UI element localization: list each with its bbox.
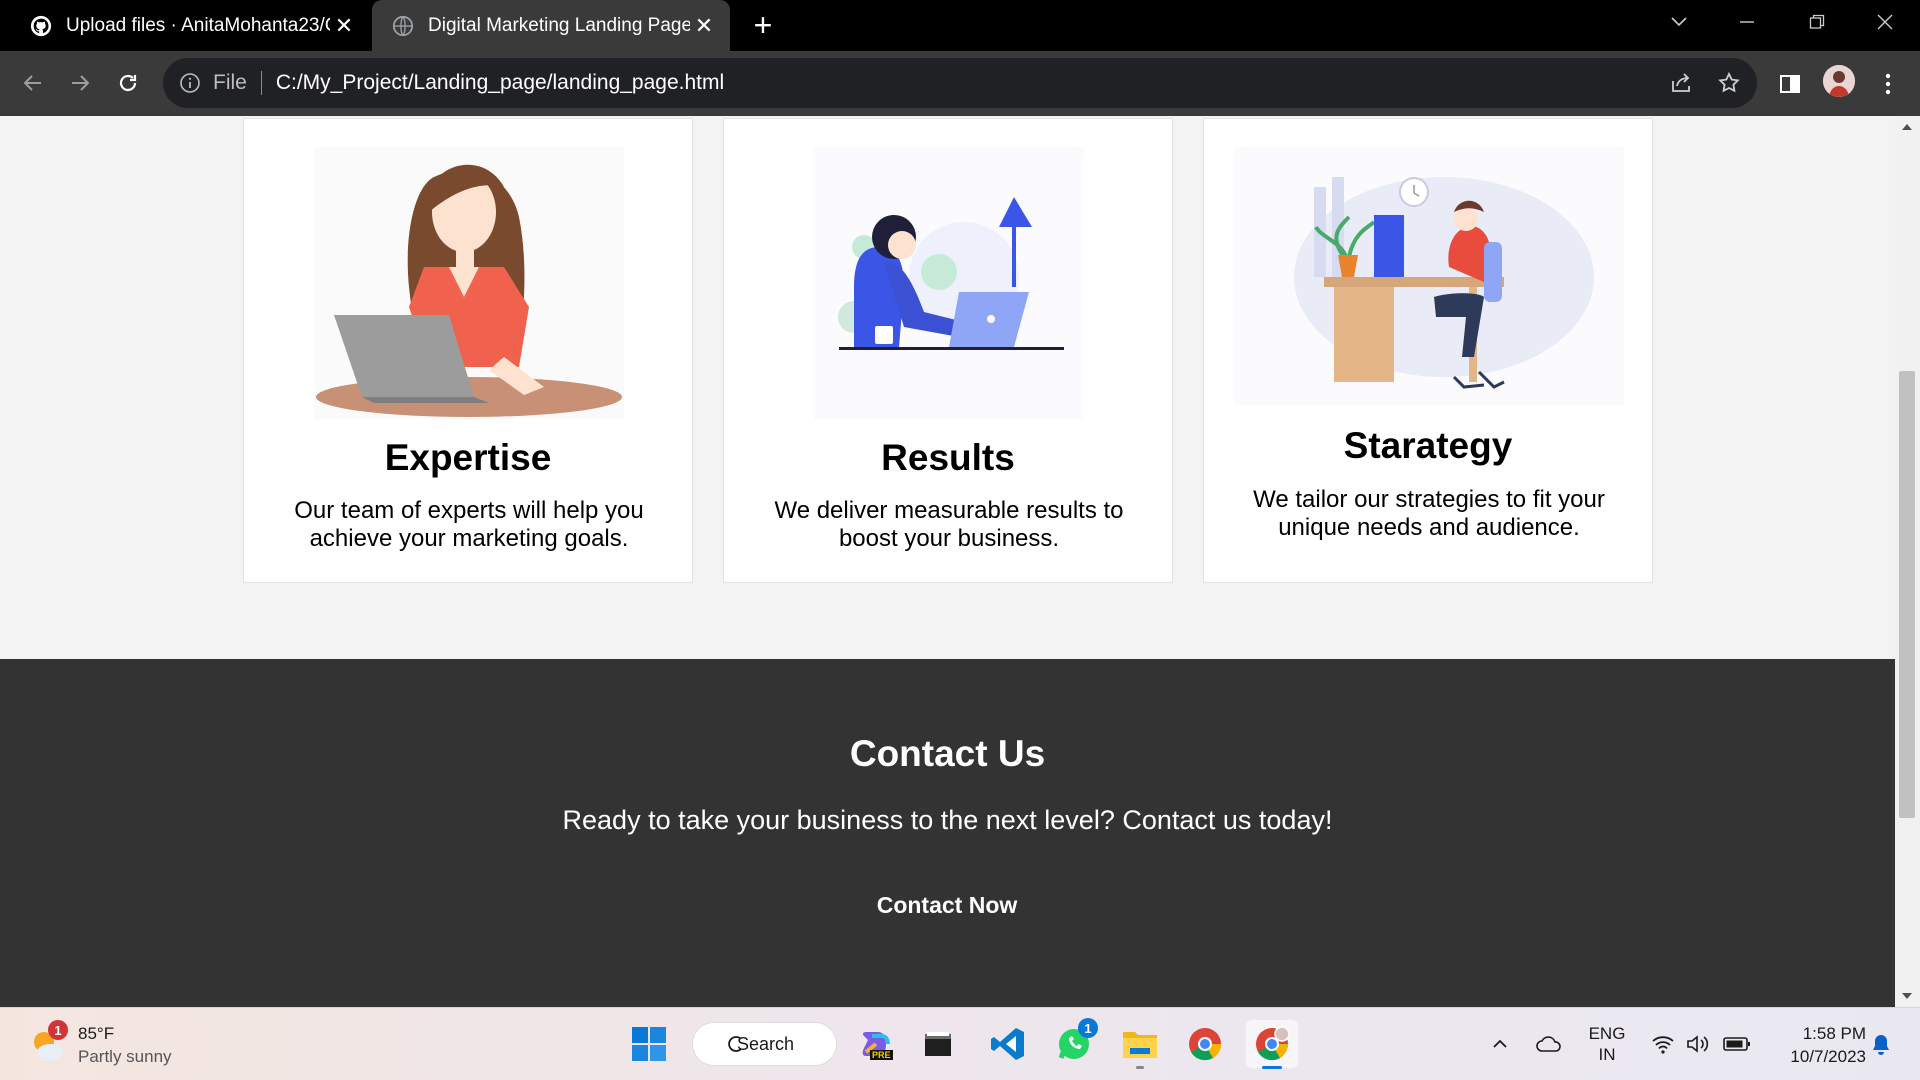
- contact-section: Contact Us Ready to take your business t…: [0, 659, 1895, 1007]
- clock-date: 10/7/2023: [1790, 1047, 1866, 1066]
- vscode-icon[interactable]: [984, 1020, 1032, 1068]
- weather-widget[interactable]: 1 85°F Partly sunny: [28, 1020, 172, 1068]
- arrow-right-icon: [72, 75, 90, 91]
- woman-laptop-illustration: [314, 147, 624, 419]
- url-text: C:/My_Project/Landing_page/landing_page.…: [275, 71, 725, 94]
- notification-bell-icon[interactable]: [1866, 1020, 1896, 1068]
- battery-icon[interactable]: [1720, 1020, 1754, 1068]
- close-tab-icon[interactable]: ✕: [690, 13, 718, 39]
- language-code: ENG: [1588, 1024, 1626, 1043]
- page-scrollbar[interactable]: [1895, 116, 1920, 1007]
- woman-computer-illustration: [1234, 147, 1624, 405]
- scheme-label: File: [213, 71, 247, 94]
- active-indicator: [1262, 1066, 1282, 1069]
- scroll-down-icon[interactable]: [1901, 991, 1913, 1001]
- contact-now-button[interactable]: Contact Now: [847, 885, 1047, 925]
- arrow-left-icon: [23, 75, 41, 91]
- address-separator: [260, 71, 262, 95]
- close-tab-icon[interactable]: ✕: [330, 13, 358, 39]
- tab-search-icon[interactable]: [1652, 0, 1706, 44]
- feature-title: Expertise: [384, 437, 552, 478]
- chrome-profile-icon[interactable]: [1246, 1020, 1298, 1069]
- contact-text: Ready to take your business to the next …: [562, 805, 1333, 835]
- reload-icon: [119, 74, 137, 92]
- windows-taskbar: 1 85°F Partly sunny Search PRE 1 ENG IN …: [0, 1007, 1920, 1080]
- copilot-icon[interactable]: PRE: [852, 1020, 900, 1068]
- feature-title: Results: [881, 437, 1015, 478]
- feature-card-strategy: Starategy We tailor our strategies to fi…: [1203, 118, 1653, 583]
- onedrive-cloud-icon[interactable]: [1534, 1020, 1564, 1068]
- tab-title: Upload files · AnitaMohanta23/C: [66, 14, 330, 36]
- show-hidden-icons-chevron-icon[interactable]: [1488, 1020, 1512, 1068]
- search-label: Search: [737, 1033, 795, 1054]
- taskbar-search[interactable]: Search: [692, 1022, 837, 1066]
- forward-button[interactable]: [60, 65, 100, 101]
- tab-title: Digital Marketing Landing Page: [428, 14, 690, 36]
- address-bar[interactable]: File C:/My_Project/Landing_page/landing_…: [163, 58, 1757, 108]
- windows-start-icon[interactable]: [625, 1020, 673, 1068]
- browser-toolbar: File C:/My_Project/Landing_page/landing_…: [0, 51, 1920, 116]
- close-window-icon[interactable]: [1858, 0, 1912, 44]
- scroll-up-icon[interactable]: [1901, 122, 1913, 132]
- feature-card-results: Results We deliver measurable results to…: [723, 118, 1173, 583]
- language-region: IN: [1598, 1045, 1616, 1064]
- share-icon[interactable]: [1663, 65, 1699, 101]
- search-icon: [728, 1036, 742, 1052]
- menu-kebab-icon[interactable]: [1868, 65, 1908, 103]
- back-button[interactable]: [13, 65, 53, 101]
- whatsapp-icon[interactable]: 1: [1050, 1018, 1098, 1068]
- file-explorer-icon[interactable]: [1116, 1020, 1164, 1069]
- woman-desk-illustration: [814, 147, 1084, 419]
- tab-strip: Upload files · AnitaMohanta23/C ✕ Digita…: [0, 0, 1920, 51]
- github-icon: [30, 15, 52, 36]
- volume-icon[interactable]: [1684, 1020, 1714, 1068]
- terminal-icon[interactable]: [914, 1020, 962, 1068]
- minimize-icon[interactable]: [1720, 0, 1774, 44]
- page-viewport: Expertise Our team of experts will help …: [0, 116, 1895, 1007]
- side-panel-icon[interactable]: [1770, 65, 1810, 103]
- info-icon[interactable]: [179, 72, 201, 94]
- weather-temp: 85°F: [78, 1024, 115, 1043]
- feature-description: We deliver measurable results to boost y…: [774, 497, 1124, 552]
- weather-condition: Partly sunny: [78, 1047, 172, 1066]
- running-indicator: [1136, 1066, 1144, 1069]
- whatsapp-badge: 1: [1078, 1018, 1098, 1038]
- new-tab-button[interactable]: +: [748, 8, 778, 42]
- clock-time: 1:58 PM: [1802, 1024, 1866, 1043]
- profile-avatar[interactable]: [1823, 65, 1855, 97]
- language-indicator[interactable]: ENG IN: [1582, 1020, 1632, 1068]
- system-clock[interactable]: 1:58 PM 10/7/2023: [1766, 1022, 1866, 1068]
- globe-icon: [392, 15, 414, 36]
- restore-icon[interactable]: [1790, 0, 1844, 44]
- bookmark-star-icon[interactable]: [1711, 65, 1747, 101]
- feature-title: Starategy: [1343, 425, 1513, 466]
- feature-description: Our team of experts will help you achiev…: [294, 497, 644, 552]
- weather-badge: 1: [48, 1020, 68, 1040]
- tab-upload-files[interactable]: Upload files · AnitaMohanta23/C ✕: [0, 0, 370, 51]
- copilot-tag: PRE: [870, 1050, 893, 1060]
- feature-card-expertise: Expertise Our team of experts will help …: [243, 118, 693, 583]
- chrome-icon[interactable]: [1181, 1020, 1229, 1068]
- contact-heading: Contact Us: [849, 733, 1046, 774]
- reload-button[interactable]: [108, 65, 148, 101]
- partly-sunny-icon: 1: [28, 1020, 68, 1064]
- tab-digital-marketing[interactable]: Digital Marketing Landing Page ✕: [372, 0, 730, 51]
- scrollbar-thumb[interactable]: [1899, 371, 1915, 819]
- feature-description: We tailor our strategies to fit your uni…: [1253, 486, 1605, 541]
- wifi-icon[interactable]: [1648, 1020, 1678, 1068]
